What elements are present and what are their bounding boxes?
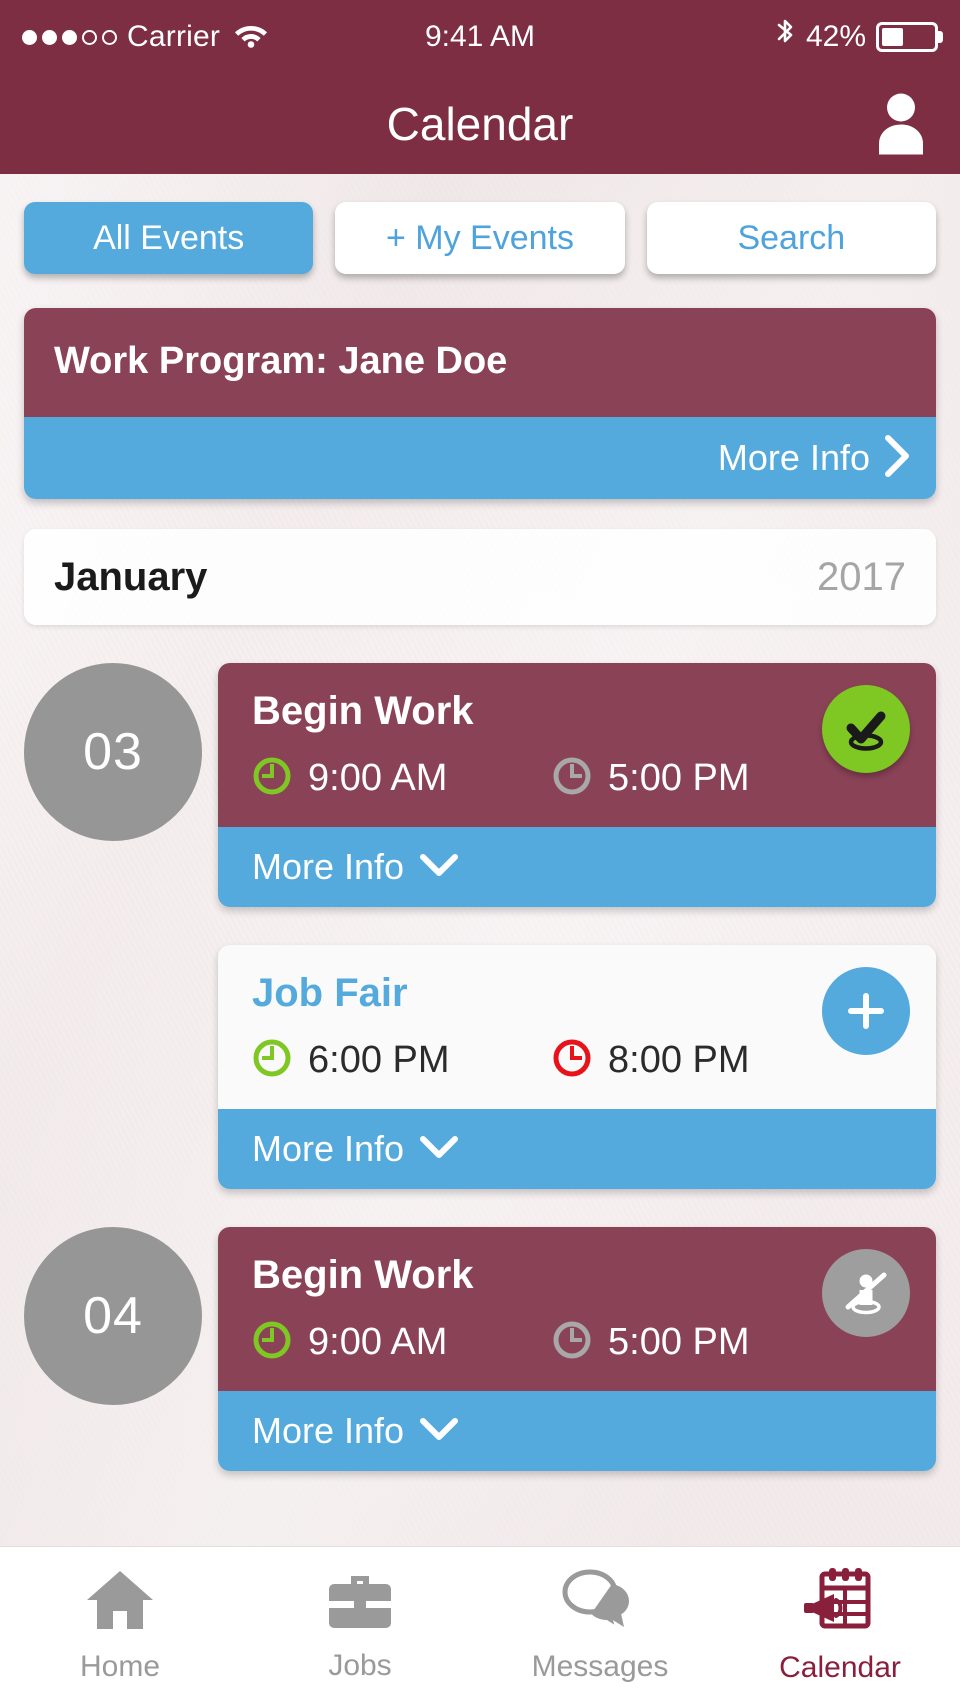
event-times: 9:00 AM 5:00 PM bbox=[252, 1320, 906, 1365]
status-bar-right: 42% bbox=[774, 18, 938, 57]
event-row: 04 Begin Work 9:00 AM 5:00 PM More Info bbox=[24, 1227, 936, 1471]
check-in-complete-icon[interactable] bbox=[822, 685, 910, 773]
work-program-more-info-label: More Info bbox=[717, 437, 870, 478]
clock-red-icon bbox=[552, 1038, 592, 1083]
battery-percent-label: 42% bbox=[805, 20, 866, 53]
event-end-time: 8:00 PM bbox=[552, 1038, 750, 1083]
month-name-label: January bbox=[54, 554, 208, 599]
event-card-body: Begin Work 9:00 AM 5:00 PM bbox=[218, 663, 936, 827]
tab-calendar-label: Calendar bbox=[779, 1651, 901, 1684]
chat-bubbles-icon bbox=[560, 1567, 640, 1638]
wifi-icon bbox=[234, 22, 268, 53]
tab-messages[interactable]: Messages bbox=[480, 1547, 720, 1704]
event-list-scroll[interactable]: Work Program: Jane Doe More Info January… bbox=[0, 284, 960, 1546]
event-times: 6:00 PM 8:00 PM bbox=[252, 1038, 906, 1083]
event-end-time-label: 5:00 PM bbox=[608, 1321, 750, 1363]
clock-green-icon bbox=[252, 756, 292, 801]
tab-home[interactable]: Home bbox=[0, 1547, 240, 1704]
day-number-badge: 04 bbox=[24, 1227, 202, 1405]
event-card-job-fair[interactable]: Job Fair 6:00 PM 8:00 PM More Info bbox=[218, 945, 936, 1189]
month-year-label: 2017 bbox=[817, 554, 906, 599]
event-start-time-label: 6:00 PM bbox=[308, 1039, 450, 1081]
event-more-info-label: More Info bbox=[252, 1410, 405, 1451]
event-title: Job Fair bbox=[252, 971, 408, 1015]
tab-jobs-label: Jobs bbox=[328, 1649, 392, 1682]
bottom-tab-bar: Home Jobs Messages Calendar bbox=[0, 1546, 960, 1704]
event-filter-tabs: All Events + My Events Search bbox=[0, 174, 960, 284]
clock-green-icon bbox=[252, 1038, 292, 1083]
filter-tab-search[interactable]: Search bbox=[646, 202, 936, 274]
app-root: Carrier 9:41 AM 42% Calendar All Events … bbox=[0, 0, 960, 1704]
tab-calendar[interactable]: Calendar bbox=[720, 1547, 960, 1704]
check-in-unavailable-icon[interactable] bbox=[822, 1249, 910, 1337]
clock-green-icon bbox=[252, 1320, 292, 1365]
event-times: 9:00 AM 5:00 PM bbox=[252, 756, 906, 801]
carrier-label: Carrier bbox=[127, 20, 221, 53]
event-row: Job Fair 6:00 PM 8:00 PM More Info bbox=[24, 945, 936, 1189]
tab-jobs[interactable]: Jobs bbox=[240, 1547, 480, 1704]
work-program-more-info-button[interactable]: More Info bbox=[24, 417, 936, 499]
calendar-megaphone-icon bbox=[802, 1566, 878, 1639]
event-more-info-button[interactable]: More Info bbox=[218, 1109, 936, 1189]
event-card-begin-work[interactable]: Begin Work 9:00 AM 5:00 PM More Info bbox=[218, 1227, 936, 1471]
clock-gray-icon bbox=[552, 756, 592, 801]
home-icon bbox=[83, 1567, 157, 1638]
event-start-time-label: 9:00 AM bbox=[308, 757, 448, 799]
event-start-time: 6:00 PM bbox=[252, 1038, 552, 1083]
work-program-card: Work Program: Jane Doe More Info bbox=[24, 308, 936, 499]
day-column: 03 bbox=[24, 663, 218, 841]
event-start-time-label: 9:00 AM bbox=[308, 1321, 448, 1363]
event-more-info-button[interactable]: More Info bbox=[218, 827, 936, 907]
chevron-down-icon bbox=[420, 1135, 459, 1164]
event-end-time: 5:00 PM bbox=[552, 756, 750, 801]
tab-messages-label: Messages bbox=[531, 1650, 669, 1683]
chevron-down-icon bbox=[420, 1417, 459, 1446]
event-end-time-label: 5:00 PM bbox=[608, 757, 750, 799]
event-card-body: Begin Work 9:00 AM 5:00 PM bbox=[218, 1227, 936, 1391]
battery-icon bbox=[876, 22, 938, 52]
add-event-icon[interactable] bbox=[822, 967, 910, 1055]
event-title: Begin Work bbox=[252, 1253, 474, 1297]
event-card-body: Job Fair 6:00 PM 8:00 PM bbox=[218, 945, 936, 1109]
event-title: Begin Work bbox=[252, 689, 474, 733]
event-more-info-label: More Info bbox=[252, 846, 405, 887]
filter-tab-my-events[interactable]: + My Events bbox=[335, 202, 625, 274]
status-bar: Carrier 9:41 AM 42% bbox=[0, 0, 960, 74]
page-title: Calendar bbox=[386, 98, 574, 150]
profile-icon[interactable] bbox=[868, 89, 934, 160]
event-end-time-label: 8:00 PM bbox=[608, 1039, 750, 1081]
chevron-right-icon bbox=[884, 434, 910, 482]
signal-strength-icon bbox=[22, 29, 117, 45]
month-header: January 2017 bbox=[24, 529, 936, 625]
clock-gray-icon bbox=[552, 1320, 592, 1365]
event-row: 03 Begin Work 9:00 AM 5:00 PM More Info bbox=[24, 663, 936, 907]
event-end-time: 5:00 PM bbox=[552, 1320, 750, 1365]
event-more-info-button[interactable]: More Info bbox=[218, 1391, 936, 1471]
event-card-begin-work[interactable]: Begin Work 9:00 AM 5:00 PM More Info bbox=[218, 663, 936, 907]
event-more-info-label: More Info bbox=[252, 1128, 405, 1169]
work-program-header: Work Program: Jane Doe bbox=[24, 308, 936, 417]
filter-tab-all-events[interactable]: All Events bbox=[24, 202, 314, 274]
day-number-badge: 03 bbox=[24, 663, 202, 841]
day-column: 04 bbox=[24, 1227, 218, 1405]
status-bar-left: Carrier bbox=[22, 20, 268, 54]
tab-home-label: Home bbox=[79, 1650, 161, 1683]
work-program-title: Work Program: Jane Doe bbox=[54, 340, 508, 382]
chevron-down-icon bbox=[420, 853, 459, 882]
briefcase-icon bbox=[325, 1568, 395, 1637]
navigation-bar: Calendar bbox=[0, 74, 960, 174]
bluetooth-icon bbox=[774, 18, 796, 57]
event-start-time: 9:00 AM bbox=[252, 756, 552, 801]
event-start-time: 9:00 AM bbox=[252, 1320, 552, 1365]
